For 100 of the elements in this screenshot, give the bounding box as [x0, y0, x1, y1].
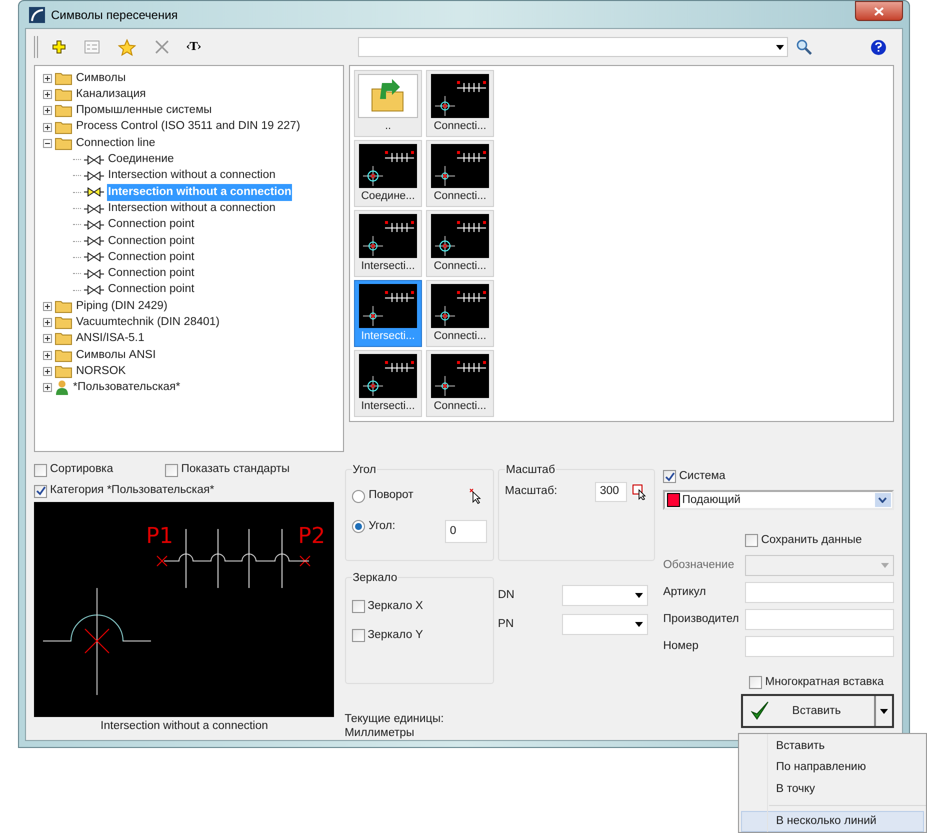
preview-caption: Intersection without a connection — [100, 719, 270, 734]
text-button[interactable]: ‹T› — [186, 38, 202, 56]
menu-item[interactable]: Вставить — [741, 736, 924, 758]
symbol-tile[interactable]: Intersecti... — [354, 210, 422, 277]
symbol-preview-drawing — [431, 74, 489, 118]
folder-icon — [55, 120, 72, 134]
tile-label: Соедине... — [361, 189, 415, 204]
tile-label: Intersecti... — [361, 399, 415, 414]
checkbox[interactable] — [663, 470, 676, 484]
tree-expander[interactable] — [43, 122, 52, 132]
folder-arrow-icon — [370, 79, 406, 113]
symbol-preview-drawing — [431, 144, 489, 188]
tree-expander[interactable] — [43, 302, 52, 311]
tree-expander[interactable] — [43, 138, 52, 148]
checkbox[interactable] — [749, 676, 762, 689]
cross-icon — [154, 39, 170, 55]
tree-item[interactable]: Connection point — [107, 216, 196, 234]
tile-label: .. — [384, 119, 392, 134]
checkbox[interactable] — [352, 600, 365, 614]
tree-item[interactable]: Символы ANSI — [75, 346, 157, 364]
tree-item[interactable]: *Пользовательская* — [72, 379, 182, 396]
search-button[interactable] — [794, 37, 814, 57]
menu-item[interactable]: По направлению — [741, 757, 924, 779]
caret-icon — [880, 708, 888, 714]
tree-item[interactable]: Connection point — [107, 248, 196, 266]
valve-symbol-icon — [84, 252, 104, 262]
tree-item[interactable]: Intersection without a connection — [107, 200, 276, 218]
system-dropdown[interactable]: Подающий — [663, 490, 894, 510]
folder-icon — [55, 332, 72, 346]
tree-item[interactable]: Connection point — [107, 232, 196, 250]
checkbox-label: Зеркало X — [368, 599, 424, 614]
checkbox[interactable] — [165, 464, 178, 476]
checkbox[interactable] — [34, 484, 47, 498]
scale-field[interactable]: 300 — [594, 482, 627, 502]
symbol-tile[interactable]: Intersecti... — [354, 350, 422, 417]
help-button[interactable] — [871, 40, 886, 54]
checkbox[interactable] — [745, 534, 758, 547]
tree-item[interactable]: Piping (DIN 2429) — [75, 298, 168, 315]
valve-symbol-icon — [84, 236, 104, 246]
tree-item[interactable]: Vacuumtechnik (DIN 28401) — [75, 314, 221, 332]
tree-item[interactable]: Соединение — [107, 151, 175, 168]
checkbox-label: Многократная вставка — [765, 674, 884, 690]
symbol-tile[interactable]: Connecti... — [426, 140, 494, 207]
menu-item[interactable]: В точку — [741, 778, 924, 800]
checkbox-label: Сохранить данные — [761, 532, 862, 548]
plus-icon — [52, 40, 66, 54]
help-icon — [875, 42, 882, 52]
symbol-tile[interactable]: Соедине... — [354, 140, 422, 207]
tree-expander[interactable] — [43, 90, 52, 99]
add-button[interactable] — [50, 38, 68, 56]
symbol-tile[interactable]: .. — [354, 70, 422, 137]
toolbar-grip — [34, 36, 38, 58]
tree-item[interactable]: Промышленные системы — [75, 102, 213, 120]
tree-expander[interactable] — [43, 106, 52, 116]
checkbox[interactable] — [34, 464, 47, 476]
symbol-tile[interactable]: Connecti... — [426, 350, 494, 417]
tile-label: Connecti... — [434, 189, 486, 204]
tree-expander[interactable] — [43, 334, 52, 344]
tree-expander[interactable] — [43, 366, 52, 376]
tree-item[interactable]: ANSI/ISA-5.1 — [75, 330, 146, 348]
input-field[interactable] — [745, 582, 894, 604]
symbol-tile[interactable]: Connecti... — [426, 210, 494, 277]
symbol-tile[interactable]: Connecti... — [426, 280, 494, 347]
tree-item[interactable]: Канализация — [75, 86, 147, 104]
field-label: DN — [498, 588, 516, 603]
field-label: PN — [498, 616, 515, 632]
symbol-tile[interactable]: Connecti... — [426, 70, 494, 137]
input-field[interactable] — [745, 609, 894, 630]
caret-icon — [880, 563, 889, 568]
tree-item[interactable]: Intersection without a connection — [107, 167, 276, 185]
valve-symbol-icon — [84, 154, 104, 165]
symbol-preview-drawing — [359, 214, 417, 258]
menu-item[interactable]: В несколько линий — [741, 810, 924, 832]
favorite-button[interactable] — [116, 36, 138, 58]
close-button[interactable] — [855, 1, 903, 21]
checkbox-label: Показать стандарты — [181, 462, 290, 478]
tile-label: Connecti... — [434, 329, 486, 344]
tree-expander[interactable] — [43, 74, 52, 83]
input-field[interactable] — [745, 636, 894, 658]
folder-icon — [55, 88, 72, 101]
radio-button[interactable] — [352, 490, 365, 502]
tree-item[interactable]: Connection point — [107, 281, 196, 299]
tree-expander[interactable] — [43, 318, 52, 328]
search-icon — [796, 39, 812, 55]
tree-item[interactable]: Connection line — [75, 134, 156, 152]
radio-button[interactable] — [352, 520, 365, 534]
angle-field[interactable]: 0 — [444, 520, 487, 544]
tree-item[interactable]: Connection point — [107, 265, 196, 282]
tree-expander[interactable] — [43, 350, 52, 360]
tile-label: Intersecti... — [361, 259, 415, 274]
tree-item[interactable]: Process Control (ISO 3511 and DIN 19 227) — [75, 118, 302, 136]
checkbox[interactable] — [352, 629, 365, 642]
valve-symbol-icon — [84, 204, 104, 214]
tree-item[interactable]: NORSOK — [75, 362, 127, 380]
tree-expander[interactable] — [43, 383, 52, 392]
form-icon — [84, 40, 100, 54]
valve-symbol-icon — [84, 285, 104, 295]
folder-icon — [55, 136, 72, 150]
tree-item[interactable]: Символы — [75, 70, 127, 87]
caret-icon — [634, 593, 643, 598]
